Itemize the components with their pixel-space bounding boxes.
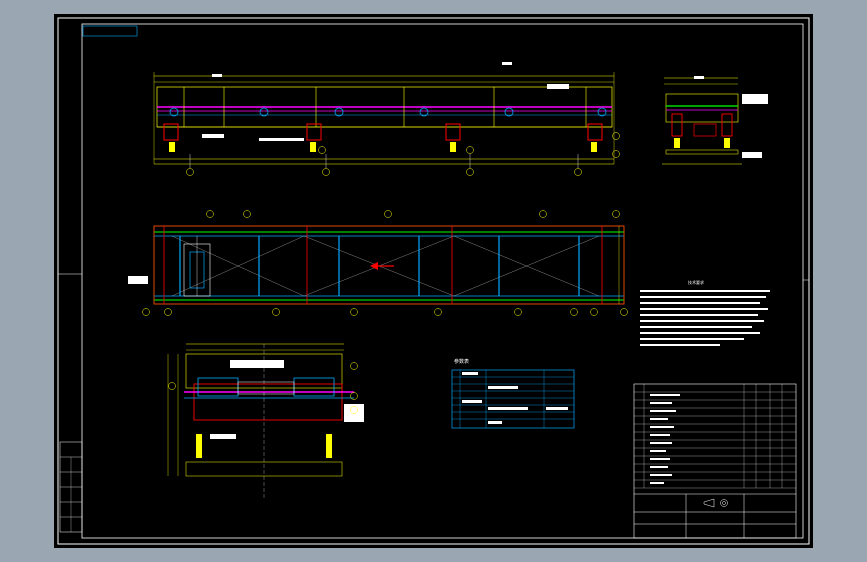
cad-drawing: 参数表 技术要求 <box>57 17 810 545</box>
parameter-table: 参数表 <box>451 358 575 429</box>
side-view <box>153 62 620 176</box>
top-left-label-box <box>82 25 138 37</box>
drawing-sheet: 参数表 技术要求 <box>54 14 813 548</box>
flow-direction-arrow-icon <box>370 262 394 270</box>
end-view <box>662 76 768 165</box>
section-view <box>167 343 364 498</box>
technical-requirements: 技术要求 <box>640 279 770 346</box>
tech-req-title: 技术要求 <box>688 279 704 285</box>
plan-view <box>128 210 628 316</box>
projection-symbol-icon <box>703 498 728 508</box>
left-revision-strip <box>59 441 83 533</box>
title-block <box>633 383 797 539</box>
table-title: 参数表 <box>454 358 469 365</box>
